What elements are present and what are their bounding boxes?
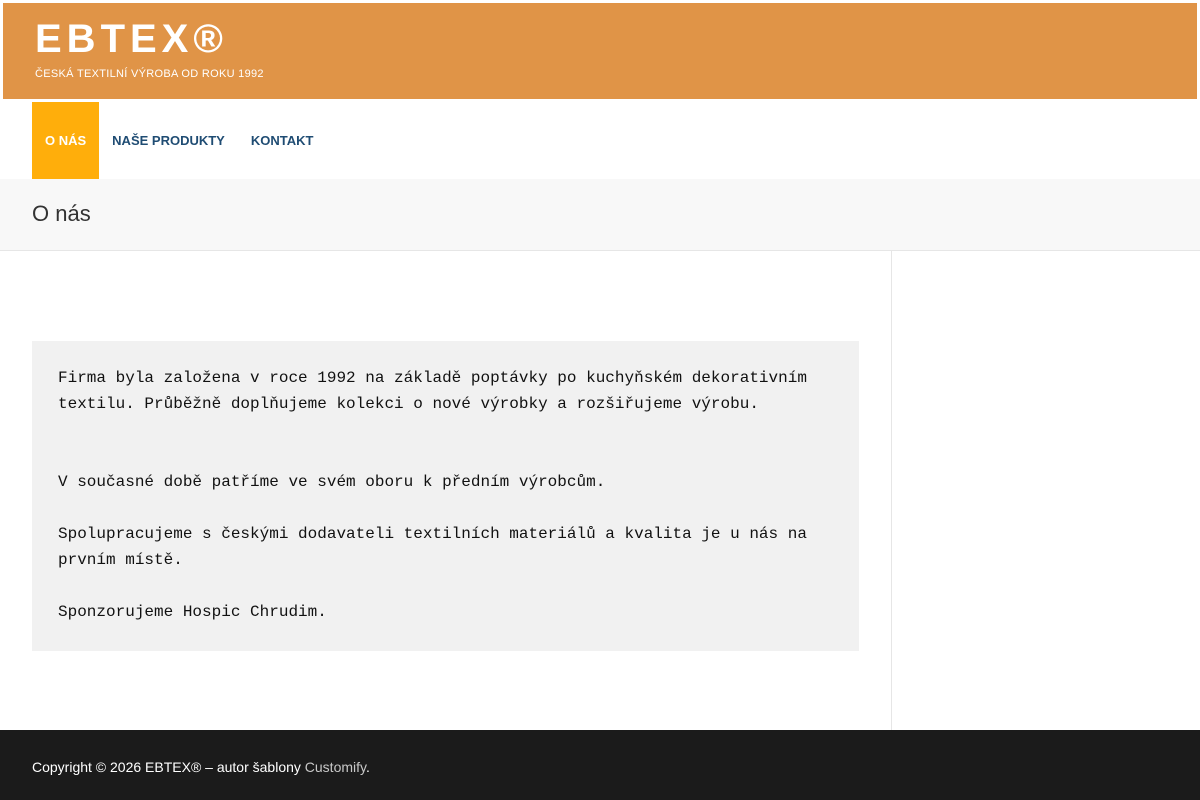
content-box: Firma byla založena v roce 1992 na zákla… [32, 341, 859, 651]
footer-copyright: Copyright © 2026 EBTEX® – autor šablony … [32, 758, 370, 776]
site-tagline: ČESKÁ TEXTILNÍ VÝROBA OD ROKU 1992 [35, 68, 264, 80]
copyright-text: Copyright © 2026 EBTEX® – autor šablony [32, 759, 305, 775]
content-paragraph: Firma byla založena v roce 1992 na zákla… [58, 369, 807, 413]
page-title: O nás [32, 201, 91, 226]
content-paragraph: V současné době patříme ve svém oboru k … [58, 473, 606, 491]
sidebar-divider [891, 251, 892, 730]
nav-item-nase-produkty[interactable]: NAŠE PRODUKTY [99, 102, 238, 179]
site-title-link[interactable]: EBTEX® [35, 16, 228, 62]
page-title-bar: O nás [0, 179, 1200, 251]
nav-item-o-nas[interactable]: O NÁS [32, 102, 100, 179]
main-nav: O NÁS NAŠE PRODUKTY KONTAKT [32, 102, 326, 179]
customify-link[interactable]: Customify [305, 759, 366, 775]
copyright-suffix: . [365, 759, 370, 775]
content-paragraph: Sponzorujeme Hospic Chrudim. [58, 603, 327, 621]
nav-item-kontakt[interactable]: KONTAKT [238, 102, 327, 179]
site-footer: Copyright © 2026 EBTEX® – autor šablony … [0, 730, 1200, 800]
site-header: EBTEX® ČESKÁ TEXTILNÍ VÝROBA OD ROKU 199… [3, 3, 1197, 99]
content-paragraph: Spolupracujeme s českými dodavateli text… [58, 525, 807, 569]
